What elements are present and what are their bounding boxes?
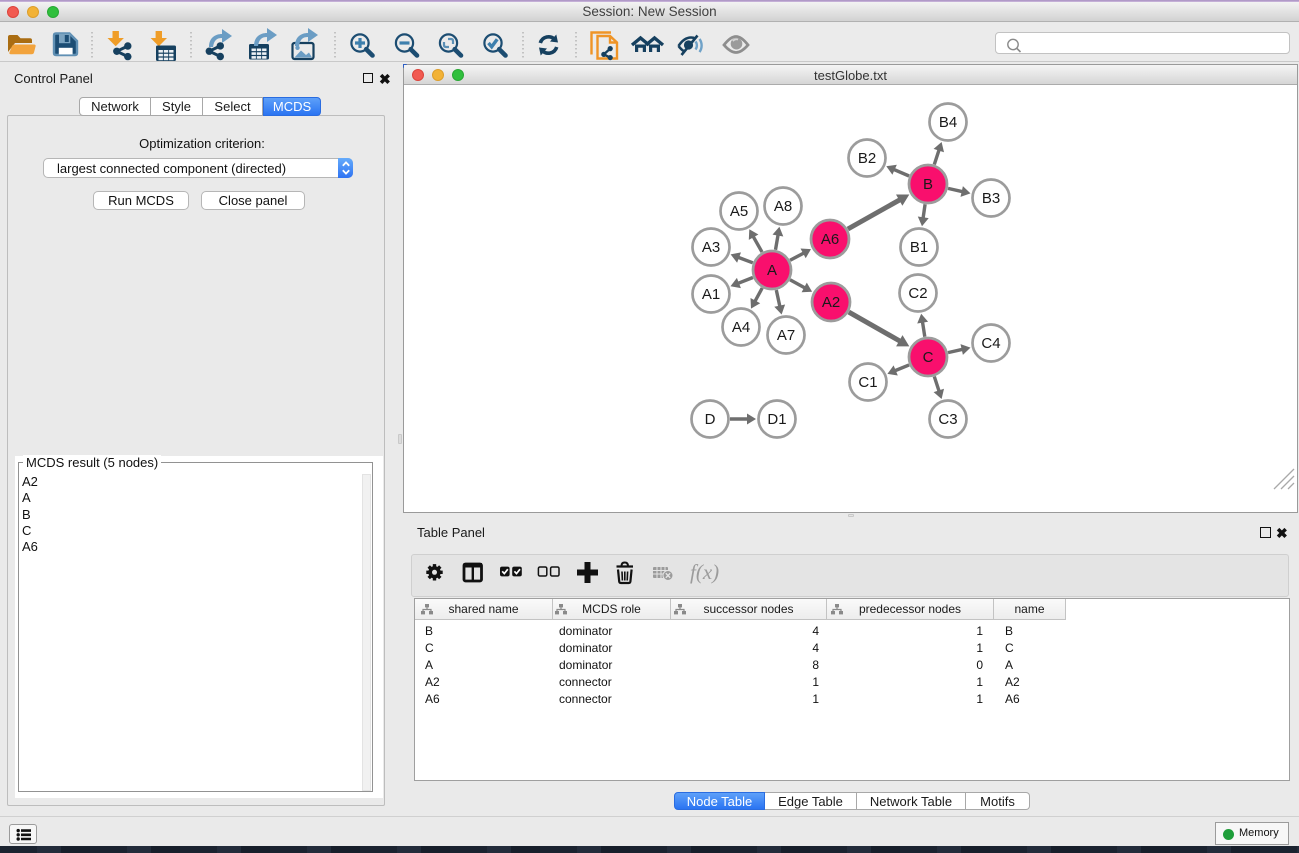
svg-text:A5: A5 [730,203,748,220]
svg-text:A4: A4 [732,319,750,336]
svg-text:A: A [767,262,777,279]
svg-text:A6: A6 [821,231,839,248]
svg-text:C3: C3 [938,411,957,428]
svg-text:A8: A8 [774,198,792,215]
svg-text:C: C [923,349,934,366]
svg-text:C1: C1 [858,374,877,391]
svg-text:B1: B1 [910,239,928,256]
svg-text:B2: B2 [858,150,876,167]
svg-text:A3: A3 [702,239,720,256]
svg-text:B3: B3 [982,190,1000,207]
svg-text:B4: B4 [939,114,957,131]
svg-text:A2: A2 [822,294,840,311]
svg-text:A7: A7 [777,327,795,344]
svg-text:B: B [923,176,933,193]
svg-text:f(x): f(x) [690,560,719,584]
svg-text:C4: C4 [981,335,1000,352]
svg-text:C2: C2 [908,285,927,302]
svg-text:D1: D1 [767,411,786,428]
svg-text:A1: A1 [702,286,720,303]
svg-text:D: D [705,411,716,428]
